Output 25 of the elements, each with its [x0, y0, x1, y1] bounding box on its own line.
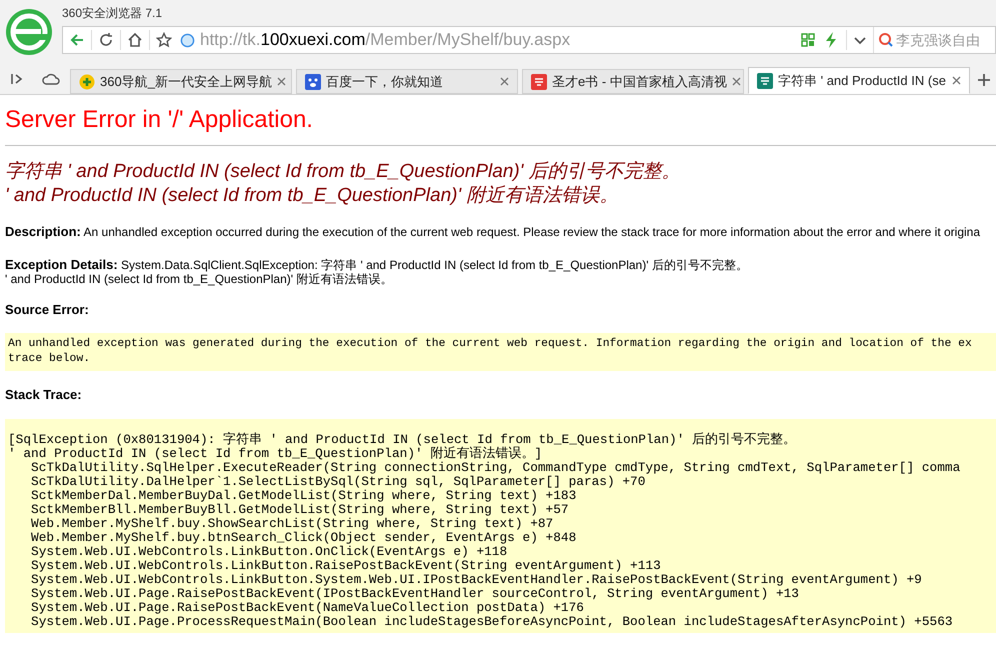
- stack-trace-panel: [SqlException (0x80131904): 字符串 ' and ProductId IN (select Id from tb_E_QuestionPlan)' 后的引号不完整。 ' and ProductId IN (select Id from tb_E_QuestionPlan)' 附近有语法错误。] ScTkDalUtility.SqlHelper.ExecuteReader(String connectionString, CommandType cmdType, String cmdText, SqlParameter[] comma ScTkDalUtility.DalHelper`1.SelectListBySql(String sql, SqlParameter[] paras) +70 SctkMemberDal.MemberBuyDal.GetModelList(String where, String text) +183 SctkMemberBll.MemberBuyBll.GetModelList(String where, String text) +57 Web.Member.MyShelf.buy.ShowSearchList(String where, String text) +87 Web.Member.MyShelf.buy.btnSearch_Click(Object sender, EventArgs e) +848 System.Web.UI.WebControls.LinkButton.OnClick(EventArgs e) +118 System.Web.UI.WebControls.LinkButton.RaisePostBackEvent(String eventArgument) +113 System.Web.UI.WebControls.LinkButton.System.Web.UI.IPostBackEventHandler.RaisePostBackEvent(String eventArgument) +9 System.Web.UI.Page.RaisePostBackEvent(IPostBackEventHandler sourceControl, String eventArgument) +13 System.Web.UI.Page.RaisePostBackEvent(NameValueCollection postData) +176 System.Web.UI.Page.ProcessRequestMain(Boolean includeStagesBeforeAsyncPoint, Boolean includeStagesAfterAsyncPoint) +5563: [5, 418, 996, 632]
- source-error-panel: An unhandled exception was generated during the execution of the current web request. Information regarding the origin and location of the ex trace below.: [5, 333, 996, 371]
- browser-tab[interactable]: 百度一下，你就知道: [296, 69, 518, 94]
- exception-details-text: ' and ProductId IN (select Id from tb_E_QuestionPlan)' 附近有语法错误。: [5, 272, 394, 286]
- browser-logo-icon: [5, 8, 53, 56]
- browser-tab[interactable]: 圣才e书 - 中国首家植入高清视: [522, 69, 744, 94]
- cloud-icon[interactable]: [42, 72, 60, 86]
- close-icon[interactable]: [952, 76, 961, 85]
- new-tab-icon[interactable]: [978, 74, 990, 86]
- window-title: 360安全浏览器 7.1: [62, 5, 164, 22]
- exception-details-text: Exception Details: System.Data.SqlClient.SqlException: 字符串 ' and ProductId IN (select Id from tb_E_QuestionPlan)' 后的引号不完整。: [5, 258, 749, 272]
- close-icon[interactable]: [500, 77, 509, 86]
- close-icon[interactable]: [732, 77, 741, 86]
- plus-badge-icon: [79, 74, 95, 90]
- error-message-line: ' and ProductId IN (select Id from tb_E_QuestionPlan)' 附近有语法错误。: [5, 184, 620, 208]
- page-logo-icon: [757, 72, 773, 88]
- browser-tab[interactable]: 360导航_新一代安全上网导航: [70, 69, 292, 94]
- browser-tab[interactable]: 字符串 ' and ProductId IN (se: [748, 67, 970, 94]
- error-message-line: 字符串 ' and ProductId IN (select Id from tb_E_QuestionPlan)' 后的引号不完整。: [5, 160, 682, 184]
- stack-trace-label: Stack Trace:: [5, 386, 83, 404]
- sidebar-toggle-icon[interactable]: [10, 72, 24, 86]
- error-title: Server Error in '/' Application.: [5, 105, 314, 135]
- source-error-label: Source Error:: [5, 300, 90, 318]
- close-icon[interactable]: [276, 77, 286, 86]
- description-text: Description: An unhandled exception occurred during the execution of the current web request. Please review the stack trace for more information about the error and where it origina: [5, 223, 982, 241]
